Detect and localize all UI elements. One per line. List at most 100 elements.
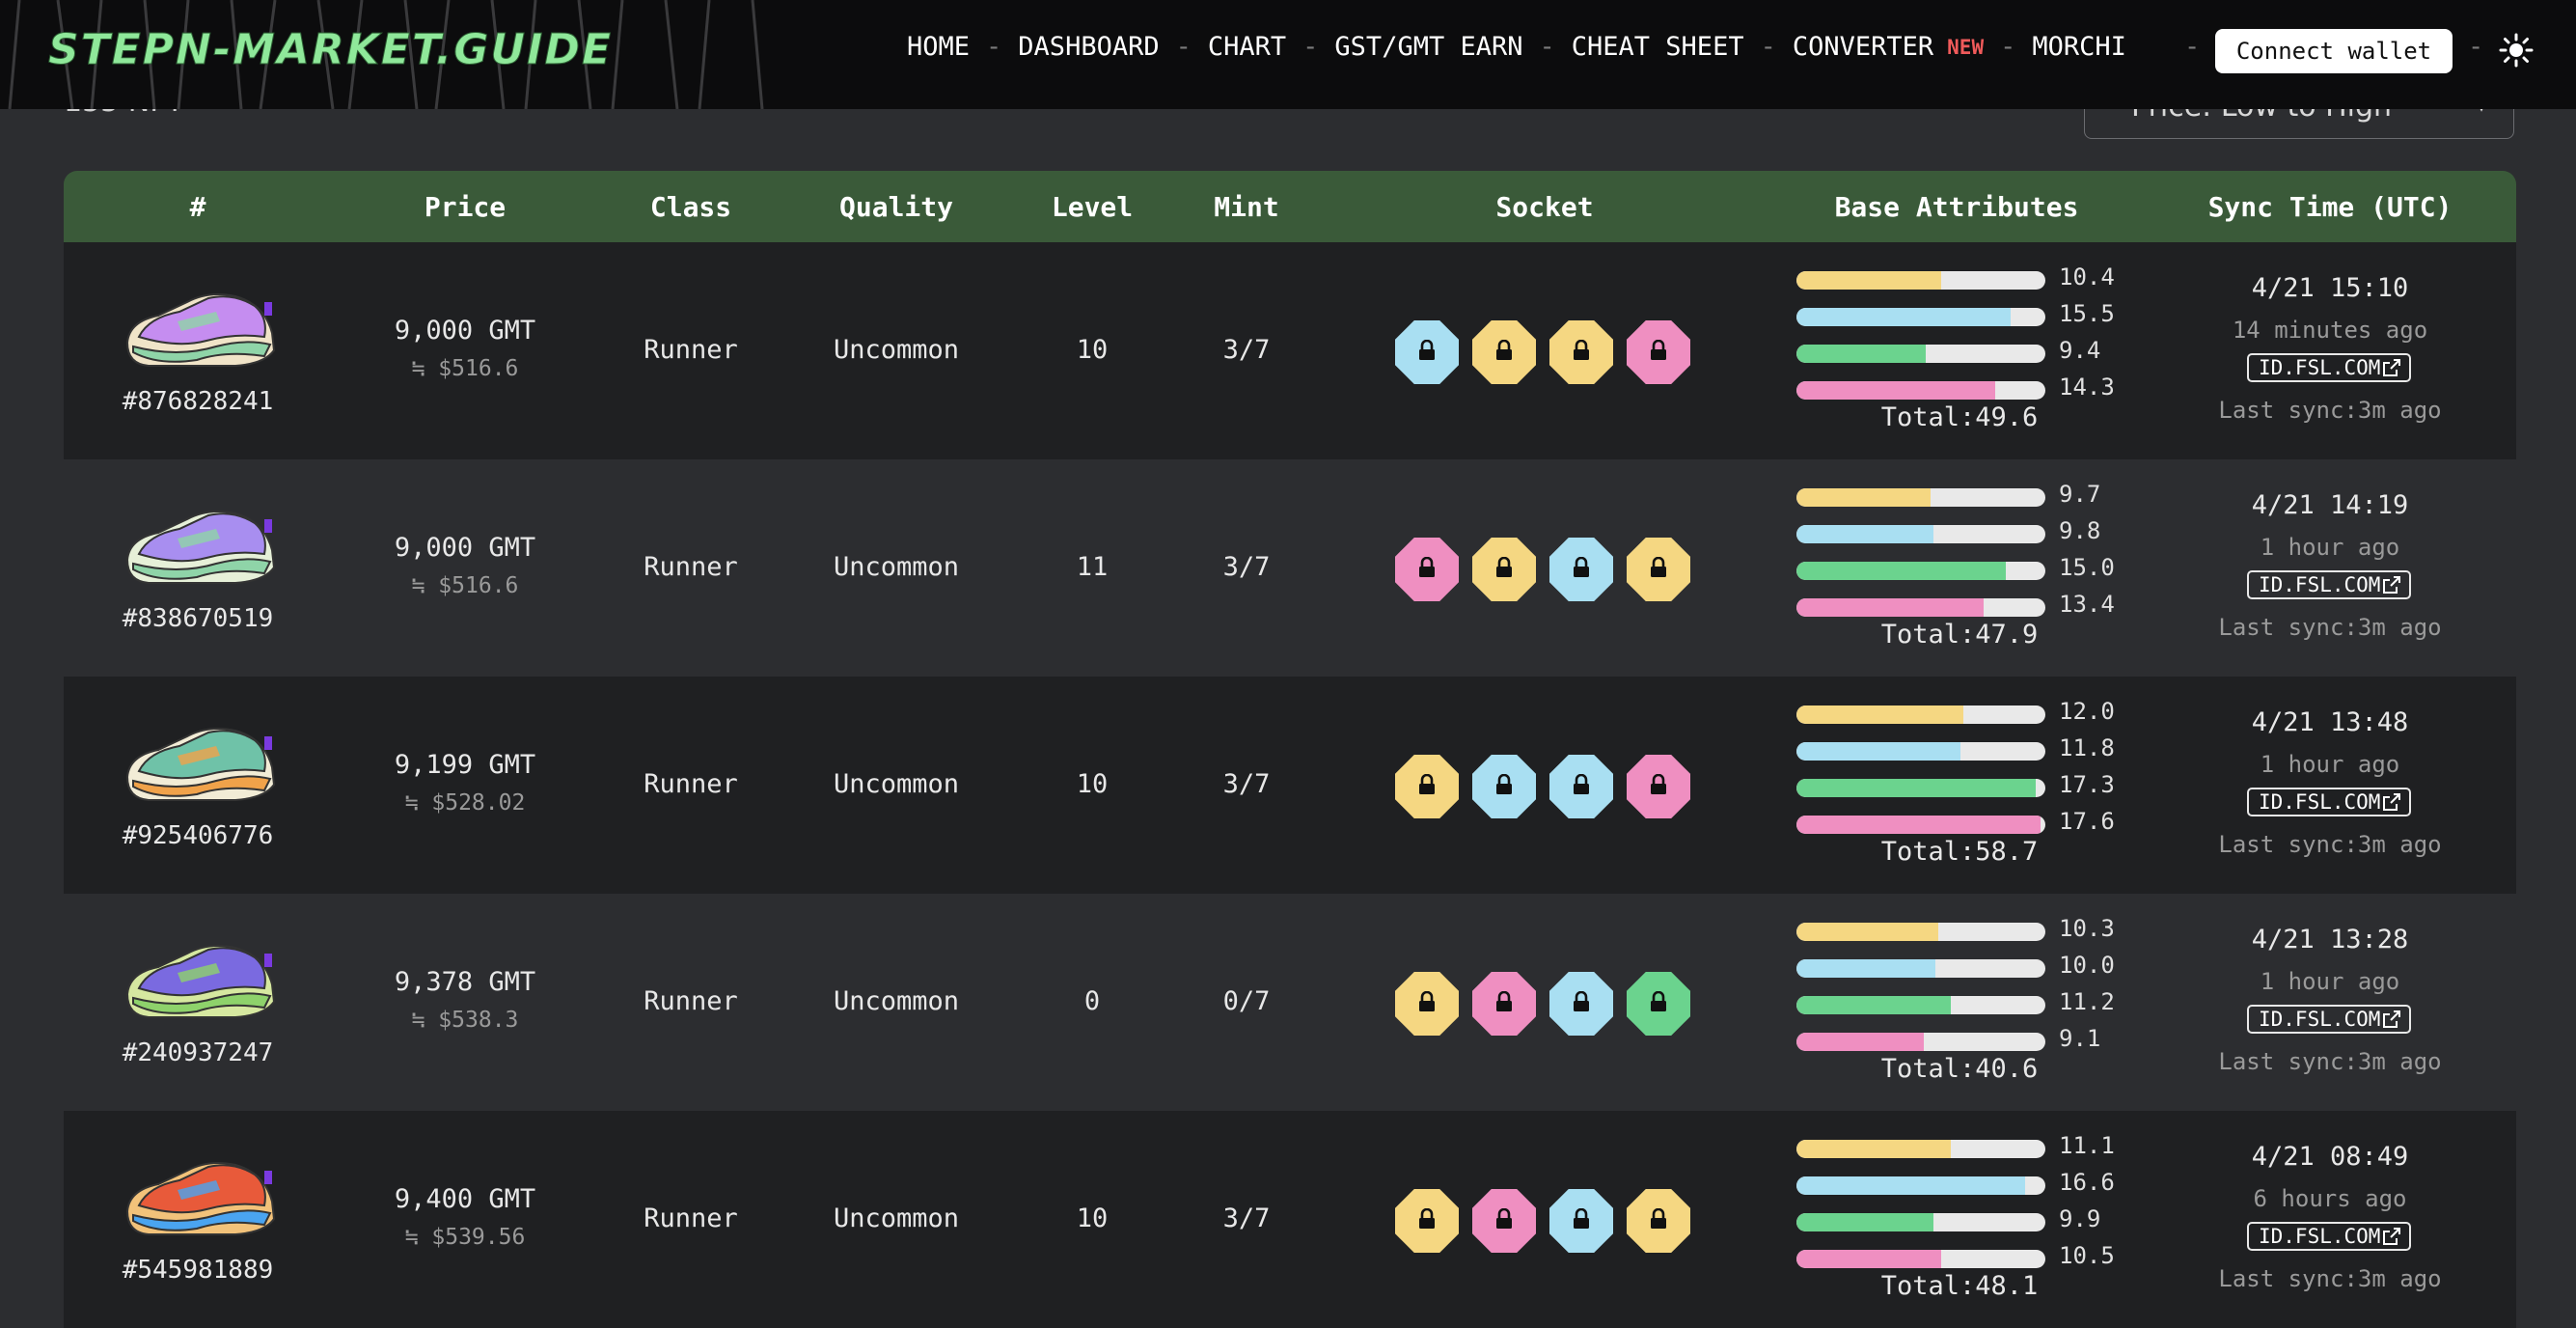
column-header[interactable]: Base Attributes [1835, 191, 2079, 223]
column-header[interactable]: Sync Time (UTC) [2208, 191, 2453, 223]
external-link-icon [2382, 575, 2401, 599]
column-header[interactable]: Mint [1214, 191, 1278, 223]
sneaker-id[interactable]: #876828241 [123, 387, 274, 416]
sneaker-id[interactable]: #838670519 [123, 604, 274, 633]
fsl-link[interactable]: ID.FSL.COM [2247, 1005, 2411, 1034]
level-value: 10 [1076, 335, 1109, 365]
fsl-link[interactable]: ID.FSL.COM [2247, 788, 2411, 816]
attribute-value: 17.3 [2059, 771, 2115, 798]
socket-efficiency[interactable] [1472, 320, 1536, 384]
column-header[interactable]: Quality [839, 191, 953, 223]
table-row[interactable]: #240937247 9,378 GMT ≒ $538.3 Runner Uncommo… [64, 894, 2516, 1111]
column-header[interactable]: Level [1052, 191, 1133, 223]
socket-efficiency[interactable] [1472, 538, 1536, 601]
sneaker-id[interactable]: #925406776 [123, 821, 274, 850]
mint-value: 3/7 [1222, 552, 1271, 582]
nav-separator: - [2184, 32, 2201, 62]
nav-separator: - [1302, 32, 1319, 62]
nav-separator: - [1175, 32, 1192, 62]
attribute-bar [1796, 1033, 2045, 1051]
attribute-efficiency: 10.4 [1796, 263, 2124, 300]
attribute-value: 10.4 [2059, 263, 2115, 290]
nav-separator: - [2468, 32, 2484, 62]
fsl-link[interactable]: ID.FSL.COM [2247, 570, 2411, 599]
nav-separator: - [986, 32, 1002, 62]
attribute-comfort: 15.0 [1796, 554, 2124, 591]
sun-icon[interactable] [2499, 33, 2534, 71]
class-value: Runner [644, 335, 738, 365]
price-usd: ≒ $516.6 [411, 573, 519, 598]
sneaker-id[interactable]: #240937247 [123, 1038, 274, 1067]
connect-wallet-button[interactable]: Connect wallet [2215, 29, 2453, 73]
attribute-bar-fill [1796, 562, 2006, 580]
socket-luck[interactable] [1549, 538, 1613, 601]
nav-gst-gmt-earn[interactable]: GST/GMT EARN [1334, 32, 1522, 62]
nav-cheat-sheet[interactable]: CHEAT SHEET [1572, 32, 1744, 62]
fsl-link[interactable]: ID.FSL.COM [2247, 353, 2411, 382]
nav-converter[interactable]: CONVERTER [1793, 32, 1933, 62]
nav-dashboard[interactable]: DASHBOARD [1018, 32, 1159, 62]
socket-luck[interactable] [1549, 972, 1613, 1036]
table-body: #876828241 9,000 GMT ≒ $516.6 Runner Uncommo… [64, 242, 2516, 1328]
attribute-luck: 11.8 [1796, 734, 2124, 771]
table-row[interactable]: #545981889 9,400 GMT ≒ $539.56 Runner Uncomm… [64, 1111, 2516, 1328]
column-header[interactable]: Socket [1495, 191, 1593, 223]
quality-value: Uncommon [833, 1204, 960, 1233]
socket-efficiency[interactable] [1627, 1189, 1690, 1253]
site-logo[interactable]: STEPN-MARKET.GUIDE [47, 25, 613, 75]
socket-comfort[interactable] [1627, 972, 1690, 1036]
lock-icon [1417, 556, 1437, 582]
nav-morchi[interactable]: MORCHI [2032, 32, 2126, 62]
lock-icon [1572, 556, 1591, 582]
socket-efficiency[interactable] [1395, 1189, 1459, 1253]
table-row[interactable]: #876828241 9,000 GMT ≒ $516.6 Runner Uncommo… [64, 242, 2516, 459]
table-row[interactable]: #925406776 9,199 GMT ≒ $528.02 Runner Uncomm… [64, 677, 2516, 894]
level-value: 10 [1076, 769, 1109, 799]
attribute-bar-fill [1796, 381, 1996, 400]
socket-group [1395, 320, 1690, 384]
socket-efficiency[interactable] [1395, 755, 1459, 818]
socket-luck[interactable] [1472, 755, 1536, 818]
attribute-value: 15.0 [2059, 554, 2115, 581]
main-nav: HOME - DASHBOARD - CHART - GST/GMT EARN - CHEAT … [907, 32, 2126, 62]
sneaker-image[interactable] [120, 1151, 278, 1248]
sneaker-image[interactable] [120, 283, 278, 379]
socket-luck[interactable] [1395, 320, 1459, 384]
attribute-efficiency: 12.0 [1796, 698, 2124, 734]
socket-resilience[interactable] [1395, 538, 1459, 601]
socket-resilience[interactable] [1627, 320, 1690, 384]
fsl-link[interactable]: ID.FSL.COM [2247, 1222, 2411, 1251]
fsl-link-label: ID.FSL.COM [2259, 790, 2381, 814]
sneaker-image[interactable] [120, 717, 278, 814]
socket-luck[interactable] [1549, 1189, 1613, 1253]
attribute-total: Total:47.9 [1880, 620, 2039, 650]
attribute-value: 17.6 [2059, 808, 2115, 835]
quality-value: Uncommon [833, 986, 960, 1016]
socket-resilience[interactable] [1627, 755, 1690, 818]
price-usd: ≒ $528.02 [404, 790, 526, 816]
attribute-bar-fill [1796, 271, 1941, 290]
sneaker-image[interactable] [120, 500, 278, 596]
column-header[interactable]: Price [425, 191, 506, 223]
attribute-bar-fill [1796, 1213, 1933, 1231]
column-header[interactable]: # [190, 191, 206, 223]
socket-luck[interactable] [1549, 755, 1613, 818]
socket-efficiency[interactable] [1395, 972, 1459, 1036]
attribute-value: 10.0 [2059, 952, 2115, 979]
socket-resilience[interactable] [1472, 1189, 1536, 1253]
socket-efficiency[interactable] [1549, 320, 1613, 384]
sneaker-image[interactable] [120, 934, 278, 1031]
lock-icon [1494, 556, 1514, 582]
attribute-bar [1796, 381, 2045, 400]
column-header[interactable]: Class [650, 191, 731, 223]
price-gmt: 9,400 GMT [394, 1184, 536, 1214]
table-row[interactable]: #838670519 9,000 GMT ≒ $516.6 Runner Uncommo… [64, 459, 2516, 677]
nav-chart[interactable]: CHART [1208, 32, 1286, 62]
socket-resilience[interactable] [1472, 972, 1536, 1036]
sneaker-id[interactable]: #545981889 [123, 1256, 274, 1285]
lock-icon [1649, 339, 1668, 365]
nav-home[interactable]: HOME [907, 32, 970, 62]
lock-icon [1417, 990, 1437, 1016]
attribute-total: Total:58.7 [1880, 837, 2039, 867]
socket-efficiency[interactable] [1627, 538, 1690, 601]
